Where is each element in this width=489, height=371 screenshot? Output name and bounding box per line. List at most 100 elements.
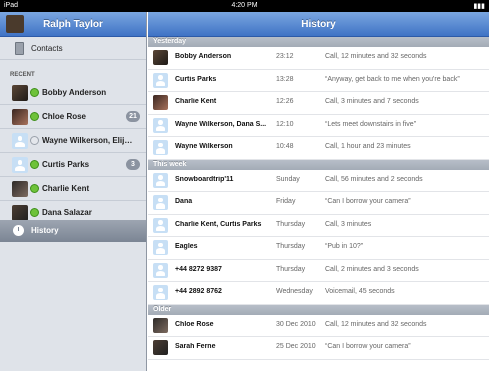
main-header: History xyxy=(148,12,489,37)
history-time: Friday xyxy=(276,198,296,205)
history-detail: Call, 12 minutes and 32 seconds xyxy=(325,320,427,328)
history-row[interactable]: Charlie Kent, Curtis Parks Thursday Call, … xyxy=(148,215,489,237)
section-header: Yesterday xyxy=(148,37,489,47)
history-contact-name: Eagles xyxy=(175,243,198,250)
address-book-icon xyxy=(15,42,24,55)
section-header: This week xyxy=(148,159,489,170)
avatar xyxy=(12,109,28,125)
history-contact-name: Charlie Kent, Curtis Parks xyxy=(175,220,262,228)
user-name: Ralph Taylor xyxy=(43,19,103,30)
history-time: Thursday xyxy=(276,220,306,228)
history-contact-name: Chloe Rose xyxy=(175,320,214,328)
contact-name: Curtis Parks xyxy=(42,160,90,169)
avatar xyxy=(12,157,28,173)
section-header: Older xyxy=(148,304,489,315)
history-contact-name: Wayne Wilkerson, Dana S... xyxy=(175,120,267,128)
history-contact-name: Charlie Kent xyxy=(175,98,217,105)
history-time: 12:26 xyxy=(276,98,294,105)
sidebar-item-contacts[interactable]: Contacts xyxy=(0,38,146,60)
history-detail: “Can I borrow your camera” xyxy=(325,343,411,350)
unread-count-badge: 3 xyxy=(126,159,140,170)
history-detail: Call, 56 minutes and 2 seconds xyxy=(325,175,423,183)
history-row[interactable]: Wayne Wilkerson, Dana S... 12:10 “Lets mee… xyxy=(148,115,489,137)
history-detail: Call, 2 minutes and 3 seconds xyxy=(325,265,419,273)
avatar xyxy=(12,205,28,221)
avatar xyxy=(153,317,168,333)
history-time: 25 Dec 2010 xyxy=(276,343,316,350)
history-time: 23:12 xyxy=(276,53,294,60)
history-time: 10:48 xyxy=(276,143,294,150)
history-time: Thursday xyxy=(276,243,306,250)
avatar xyxy=(12,85,28,101)
contact-name: Charlie Kent xyxy=(42,184,90,193)
avatar xyxy=(153,217,168,233)
contact-name: Bobby Anderson xyxy=(42,88,107,97)
history-time: 30 Dec 2010 xyxy=(276,320,316,328)
avatar xyxy=(153,95,168,110)
sidebar: Ralph Taylor Contacts RECENT Bobby Ander… xyxy=(0,12,147,371)
recent-list: Bobby Anderson Chloe Rose 21 Wayne Wilkerso… xyxy=(0,81,146,225)
online-status-icon xyxy=(30,112,39,121)
history-row[interactable]: +44 8272 9387 Thursday Call, 2 minutes and… xyxy=(148,260,489,282)
contact-name: Dana Salazar xyxy=(42,208,92,217)
history-row[interactable]: Chloe Rose 30 Dec 2010 Call, 12 minutes an… xyxy=(148,315,489,337)
history-detail: “Can I borrow your camera” xyxy=(325,198,411,205)
clock-icon xyxy=(13,225,24,236)
history-detail: “Anyway, get back to me when you're back… xyxy=(325,75,460,83)
contact-name: Chloe Rose xyxy=(42,112,87,121)
recent-contact-item[interactable]: Charlie Kent xyxy=(0,177,146,201)
history-row[interactable]: Dana Friday “Can I borrow your camera” xyxy=(148,192,489,215)
avatar xyxy=(12,133,28,149)
history-row[interactable]: Curtis Parks 13:28 “Anyway, get back to me… xyxy=(148,70,489,92)
history-time: 12:10 xyxy=(276,120,294,128)
avatar xyxy=(153,50,168,65)
history-row[interactable]: Sarah Ferne 25 Dec 2010 “Can I borrow your… xyxy=(148,337,489,360)
history-detail: Call, 3 minutes xyxy=(325,220,372,228)
away-status-icon xyxy=(30,136,39,145)
unread-count-badge: 21 xyxy=(126,111,140,122)
history-row[interactable]: Bobby Anderson 23:12 Call, 12 minutes and … xyxy=(148,47,489,70)
history-detail: Call, 12 minutes and 32 seconds xyxy=(325,53,427,60)
history-row[interactable]: Eagles Thursday “Pub in 10?” xyxy=(148,237,489,260)
recent-contact-item[interactable]: Chloe Rose 21 xyxy=(0,105,146,129)
history-contact-name: Snowboardtrip'11 xyxy=(175,175,234,183)
sidebar-item-history[interactable]: History xyxy=(0,220,146,242)
online-status-icon xyxy=(30,184,39,193)
avatar xyxy=(153,72,168,88)
history-list: Yesterday Bobby Anderson 23:12 Call, 12 min… xyxy=(148,37,489,360)
history-time: Thursday xyxy=(276,265,306,273)
recent-contact-item[interactable]: Bobby Anderson xyxy=(0,81,146,105)
history-contact-name: Bobby Anderson xyxy=(175,53,232,60)
avatar xyxy=(12,181,28,197)
history-detail: Voicemail, 45 seconds xyxy=(325,288,395,295)
history-contact-name: Dana xyxy=(175,198,193,205)
contact-name: Wayne Wilkerson, Elijah... xyxy=(42,136,134,145)
page-title: History xyxy=(301,19,336,30)
avatar xyxy=(153,140,168,155)
history-contact-name: Sarah Ferne xyxy=(175,343,216,350)
history-contact-name: Curtis Parks xyxy=(175,75,217,83)
history-row[interactable]: +44 2892 8762 Wednesday Voicemail, 45 seco… xyxy=(148,282,489,305)
history-time: Sunday xyxy=(276,175,300,183)
recent-contact-item[interactable]: Curtis Parks 3 xyxy=(0,153,146,177)
history-row[interactable]: Snowboardtrip'11 Sunday Call, 56 minutes a… xyxy=(148,170,489,192)
sidebar-header: Ralph Taylor xyxy=(0,12,146,37)
online-status-icon xyxy=(30,208,39,217)
history-contact-name: +44 8272 9387 xyxy=(175,265,222,273)
history-detail: “Pub in 10?” xyxy=(325,243,364,250)
online-status-icon xyxy=(30,88,39,97)
status-bar: iPad 4:20 PM ▮▮▮ xyxy=(0,0,489,12)
history-detail: Call, 1 hour and 23 minutes xyxy=(325,143,411,150)
history-detail: Call, 3 minutes and 7 seconds xyxy=(325,98,419,105)
recent-contact-item[interactable]: Wayne Wilkerson, Elijah... xyxy=(0,129,146,153)
sidebar-item-label: Contacts xyxy=(31,44,63,53)
history-row[interactable]: Wayne Wilkerson 10:48 Call, 1 hour and 23 … xyxy=(148,137,489,160)
history-detail: “Lets meet downstairs in five” xyxy=(325,120,417,128)
history-time: 13:28 xyxy=(276,75,294,83)
avatar xyxy=(153,172,168,188)
history-panel: History Yesterday Bobby Anderson 23:12 Call… xyxy=(148,12,489,371)
avatar xyxy=(153,262,168,278)
battery-icon: ▮▮▮ xyxy=(473,3,485,10)
history-row[interactable]: Charlie Kent 12:26 Call, 3 minutes and 7 s… xyxy=(148,92,489,115)
avatar xyxy=(153,117,168,133)
